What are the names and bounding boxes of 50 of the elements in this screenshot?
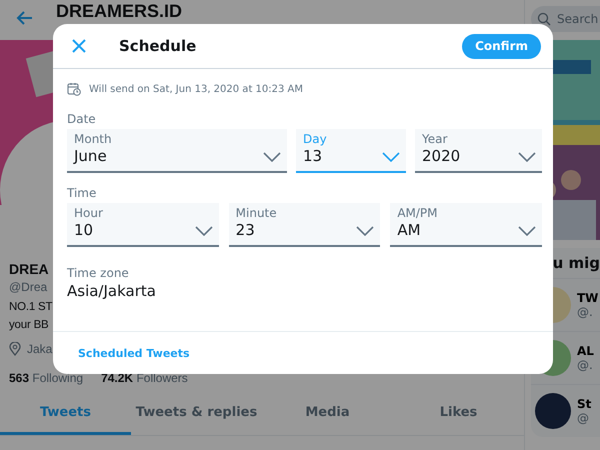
- dropdown-field[interactable]: AM/PM AM: [390, 203, 542, 247]
- account-handle: @: [577, 411, 590, 425]
- display-name: DREA: [9, 261, 49, 277]
- section-label: Date: [67, 112, 97, 126]
- location-pin-icon: [9, 342, 21, 356]
- field-value: 23: [236, 221, 256, 239]
- field-label: Year: [422, 132, 448, 146]
- chevron-down-icon: [382, 152, 400, 162]
- following-count[interactable]: 563 Following: [9, 371, 84, 385]
- dropdown-field[interactable]: Minute 23: [228, 203, 380, 247]
- location-text: Jaka: [27, 342, 52, 356]
- dropdown-field[interactable]: Year 2020: [415, 129, 542, 173]
- schedule-info-text: Will send on Sat, Jun 13, 2020 at 10:23 AM: [89, 84, 304, 94]
- field-label: Minute: [236, 206, 277, 220]
- field-value: 2020: [422, 147, 460, 165]
- account-handle: @.: [577, 305, 594, 319]
- search-icon: [537, 12, 551, 26]
- dropdown-field[interactable]: Hour 10: [67, 203, 219, 247]
- back-arrow-icon[interactable]: [16, 9, 34, 27]
- field-value: 13: [303, 147, 324, 165]
- field-label: Time zone: [67, 266, 130, 280]
- field-value: 10: [74, 221, 94, 239]
- followers-count[interactable]: 74.2K Followers: [101, 371, 188, 385]
- chevron-down-icon: [356, 226, 374, 236]
- account-name: St: [577, 397, 592, 411]
- timezone-value: Asia/Jakarta: [67, 282, 157, 300]
- user-handle: @Drea: [9, 280, 48, 294]
- chevron-down-icon: [194, 226, 213, 236]
- chevron-down-icon: [263, 152, 281, 162]
- account-name: AL: [577, 344, 594, 358]
- section-label: Time: [67, 186, 98, 200]
- dialog-title: Schedule: [119, 37, 198, 55]
- field-label: Hour: [74, 206, 103, 220]
- field-value: AM: [397, 221, 422, 239]
- dropdown-field[interactable]: Day 13: [296, 129, 406, 173]
- bio-text: NO.1 ST: [9, 300, 52, 315]
- field-label: AM/PM: [397, 206, 438, 220]
- account-handle: @.: [577, 358, 594, 372]
- dropdown-field[interactable]: Month June: [67, 129, 287, 173]
- avatar[interactable]: [535, 393, 571, 429]
- calendar-clock-icon: [67, 82, 81, 96]
- field-label: Month: [74, 132, 112, 146]
- chevron-down-icon: [518, 152, 536, 162]
- section-title: u mig: [552, 253, 600, 274]
- profile-name: DREAMERS.ID: [56, 1, 182, 22]
- account-name: TW: [577, 291, 598, 305]
- field-value: June: [74, 147, 108, 165]
- chevron-down-icon: [518, 226, 536, 236]
- field-label: Day: [303, 132, 327, 146]
- bio-text: your BB: [9, 318, 49, 333]
